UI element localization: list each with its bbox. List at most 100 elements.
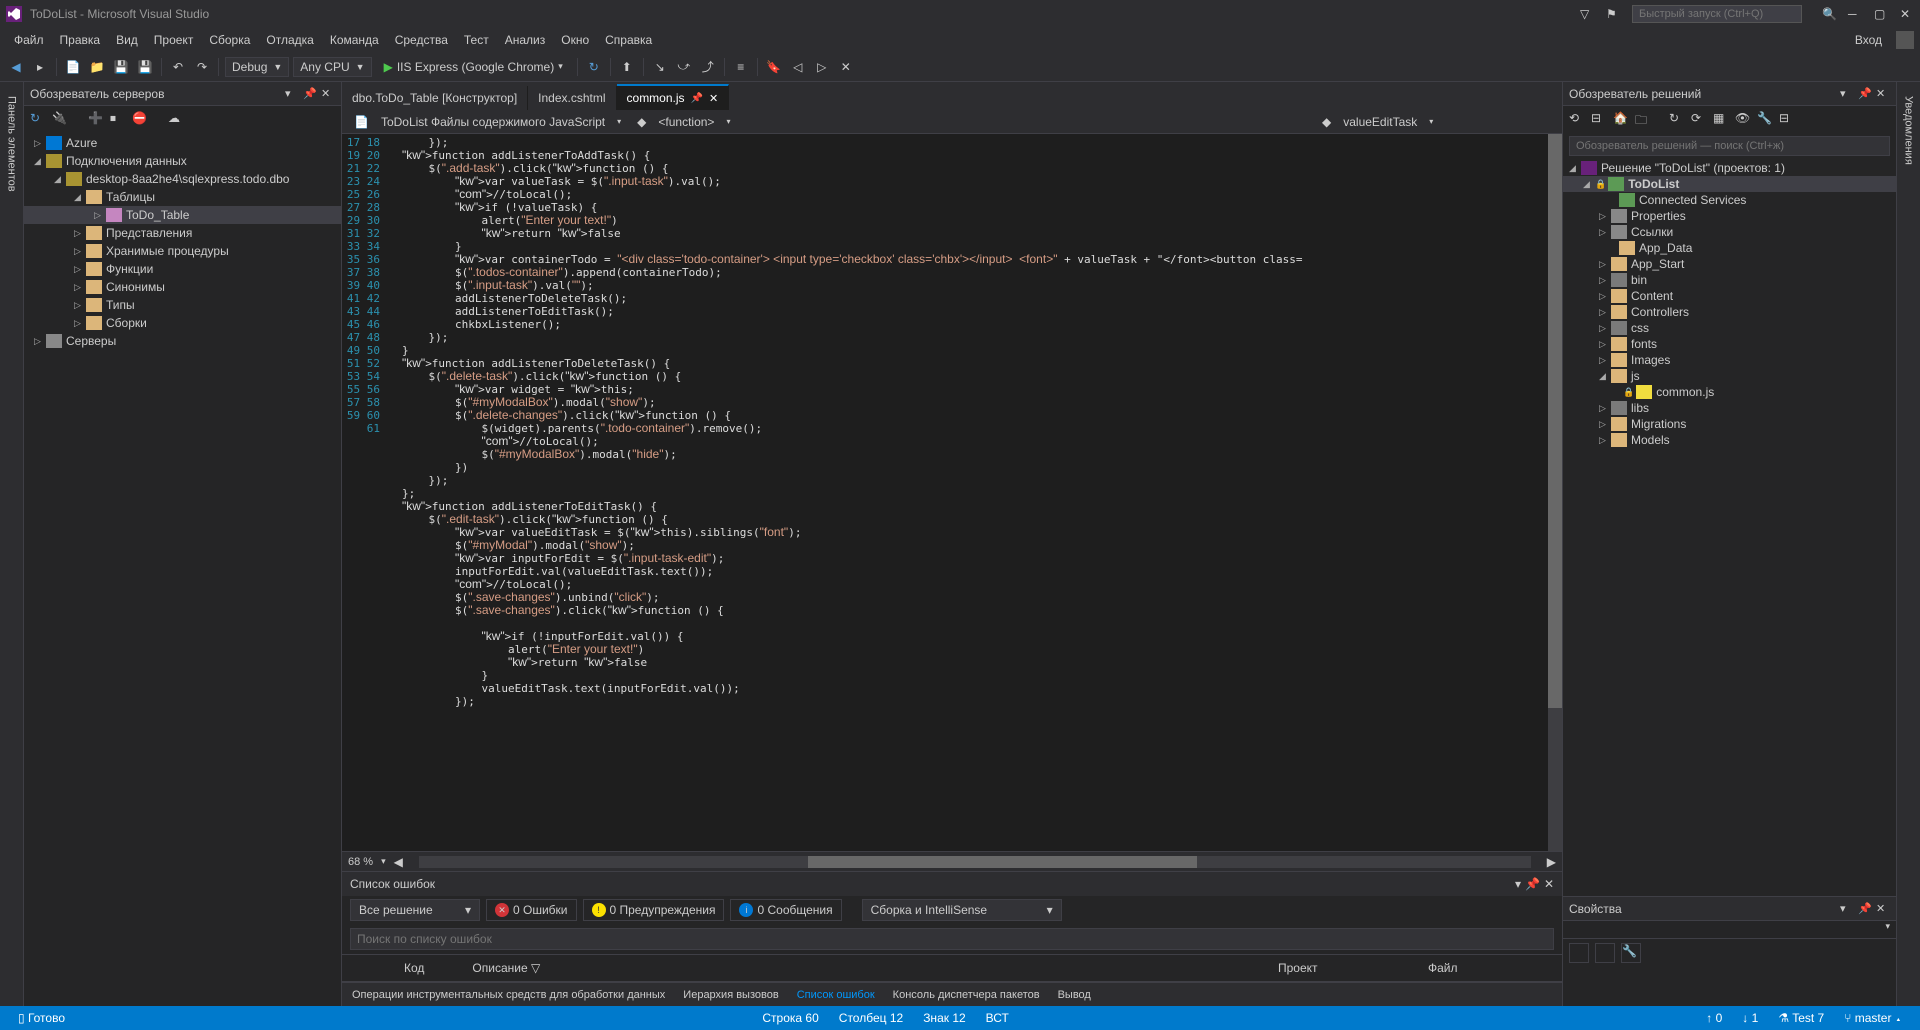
- pin-icon[interactable]: 📌: [1858, 902, 1872, 916]
- project-node[interactable]: ◢🔒ToDoList: [1563, 176, 1896, 192]
- tree-tables[interactable]: ◢Таблицы: [24, 188, 341, 206]
- home-icon[interactable]: 🏠: [1613, 111, 1631, 129]
- col-project[interactable]: Проект: [1274, 959, 1404, 977]
- forward-button[interactable]: ▸: [30, 57, 50, 77]
- pin-icon[interactable]: 📌: [303, 87, 317, 101]
- refresh-icon[interactable]: ⟳: [1691, 111, 1709, 129]
- dropdown-icon[interactable]: ▾: [1515, 877, 1521, 891]
- platform-combo[interactable]: Any CPU▼: [293, 57, 371, 77]
- menu-отладка[interactable]: Отладка: [258, 30, 321, 50]
- notifications-tab[interactable]: Уведомления: [1901, 90, 1917, 171]
- dropdown-icon[interactable]: ▾: [285, 87, 299, 101]
- tree-servers[interactable]: ▷Серверы: [24, 332, 341, 350]
- close-icon[interactable]: ✕: [1544, 877, 1554, 891]
- sol-fonts[interactable]: ▷fonts: [1563, 336, 1896, 352]
- preview-icon[interactable]: 👁: [1735, 111, 1753, 129]
- solution-search-input[interactable]: [1569, 136, 1890, 156]
- status-up[interactable]: ↑ 0: [1696, 1011, 1732, 1025]
- sol-properties[interactable]: ▷Properties: [1563, 208, 1896, 224]
- close-icon[interactable]: ✕: [1900, 7, 1914, 21]
- menu-справка[interactable]: Справка: [597, 30, 660, 50]
- filter-icon[interactable]: ▽: [1580, 7, 1594, 21]
- sol-migrations[interactable]: ▷Migrations: [1563, 416, 1896, 432]
- collapse-icon[interactable]: ⊟: [1591, 111, 1609, 129]
- add-icon[interactable]: ➕: [88, 111, 104, 127]
- breadcrumb-var[interactable]: ◆ valueEditTask▾: [1316, 113, 1556, 131]
- sol-content[interactable]: ▷Content: [1563, 288, 1896, 304]
- menu-средства[interactable]: Средства: [387, 30, 456, 50]
- sol-images[interactable]: ▷Images: [1563, 352, 1896, 368]
- tree-table-todo[interactable]: ▷ToDo_Table: [24, 206, 341, 224]
- menu-окно[interactable]: Окно: [553, 30, 597, 50]
- connect-icon[interactable]: 🔌: [52, 111, 68, 127]
- scroll-right[interactable]: ▶: [1547, 855, 1556, 869]
- scope-combo[interactable]: Все решение▾: [350, 899, 480, 921]
- maximize-icon[interactable]: ▢: [1874, 7, 1888, 21]
- notifications-icon[interactable]: ⚑: [1606, 7, 1620, 21]
- redo-button[interactable]: ↷: [192, 57, 212, 77]
- next-bookmark-icon[interactable]: ▷: [812, 57, 832, 77]
- bookmark-icon[interactable]: 🔖: [764, 57, 784, 77]
- clear-bookmark-icon[interactable]: ✕: [836, 57, 856, 77]
- tab-dbo-todo_table-[interactable]: dbo.ToDo_Table [Конструктор]: [342, 86, 528, 110]
- minimize-icon[interactable]: ─: [1848, 7, 1862, 21]
- bottom-tab-2[interactable]: Список ошибок: [795, 986, 877, 1004]
- zoom-arrow[interactable]: ▾: [381, 856, 386, 867]
- open-button[interactable]: 📁: [87, 57, 107, 77]
- show-all-icon[interactable]: ▦: [1713, 111, 1731, 129]
- status-down[interactable]: ↓ 1: [1732, 1011, 1768, 1025]
- sync-icon[interactable]: ↻: [1669, 111, 1687, 129]
- sol-js[interactable]: ◢js: [1563, 368, 1896, 384]
- alphabetize-button[interactable]: [1595, 943, 1615, 963]
- zoom-label[interactable]: 68 %: [348, 856, 373, 868]
- publish-icon[interactable]: ⬆: [617, 57, 637, 77]
- pin-icon[interactable]: 📌: [691, 93, 703, 104]
- tree-types[interactable]: ▷Типы: [24, 296, 341, 314]
- code-editor[interactable]: 17 18 19 20 21 22 23 24 25 26 27 28 29 3…: [342, 134, 1562, 851]
- scroll-left[interactable]: ◀: [394, 855, 403, 869]
- bottom-tab-1[interactable]: Иерархия вызовов: [681, 986, 780, 1004]
- refresh-icon[interactable]: ↻: [584, 57, 604, 77]
- sol-appdata[interactable]: App_Data: [1563, 240, 1896, 256]
- properties-icon[interactable]: 🔧: [1757, 111, 1775, 129]
- sol-models[interactable]: ▷Models: [1563, 432, 1896, 448]
- disconnect-icon[interactable]: ⛔: [132, 111, 148, 127]
- breadcrumb-function[interactable]: ◆ <function>▾: [631, 113, 1312, 131]
- props-dropdown[interactable]: ▾: [1563, 921, 1896, 939]
- warnings-filter[interactable]: !0 Предупреждения: [583, 899, 725, 921]
- tree-views[interactable]: ▷Представления: [24, 224, 341, 242]
- new-file-button[interactable]: 📄: [63, 57, 83, 77]
- save-all-button[interactable]: 💾: [135, 57, 155, 77]
- back-button[interactable]: ◀: [6, 57, 26, 77]
- tree-assemblies[interactable]: ▷Сборки: [24, 314, 341, 332]
- categorize-button[interactable]: [1569, 943, 1589, 963]
- menu-сборка[interactable]: Сборка: [201, 30, 258, 50]
- search-icon[interactable]: 🔍: [1822, 7, 1836, 21]
- sol-appstart[interactable]: ▷App_Start: [1563, 256, 1896, 272]
- run-button[interactable]: ▶IIS Express (Google Chrome)▾: [376, 58, 571, 76]
- status-branch[interactable]: ⑂ master ▴: [1834, 1011, 1912, 1025]
- save-button[interactable]: 💾: [111, 57, 131, 77]
- col-code[interactable]: Код: [400, 959, 448, 977]
- errors-filter[interactable]: ✕0 Ошибки: [486, 899, 577, 921]
- sol-connected-services[interactable]: Connected Services: [1563, 192, 1896, 208]
- tree-procs[interactable]: ▷Хранимые процедуры: [24, 242, 341, 260]
- tree-data-connections[interactable]: ◢Подключения данных: [24, 152, 341, 170]
- menu-тест[interactable]: Тест: [456, 30, 497, 50]
- toolbox-tab[interactable]: Панель элементов: [4, 90, 20, 198]
- comment-icon[interactable]: ≡: [731, 57, 751, 77]
- config-combo[interactable]: Debug▼: [225, 57, 289, 77]
- menu-анализ[interactable]: Анализ: [497, 30, 554, 50]
- azure-icon[interactable]: ☁: [168, 111, 184, 127]
- sol-libs[interactable]: ▷libs: [1563, 400, 1896, 416]
- scope-icon[interactable]: 🗀: [1635, 111, 1653, 129]
- status-tests[interactable]: ⚗ Test 7: [1768, 1011, 1834, 1025]
- sol-common-js[interactable]: 🔒common.js: [1563, 384, 1896, 400]
- dropdown-icon[interactable]: ▾: [1840, 87, 1854, 101]
- close-panel-icon[interactable]: ✕: [321, 87, 335, 101]
- error-search-input[interactable]: [350, 928, 1554, 950]
- col-file[interactable]: Файл: [1424, 959, 1554, 977]
- home-icon[interactable]: ⟲: [1569, 111, 1587, 129]
- step-into-icon[interactable]: ↘: [650, 57, 670, 77]
- close-icon[interactable]: ✕: [1876, 902, 1890, 916]
